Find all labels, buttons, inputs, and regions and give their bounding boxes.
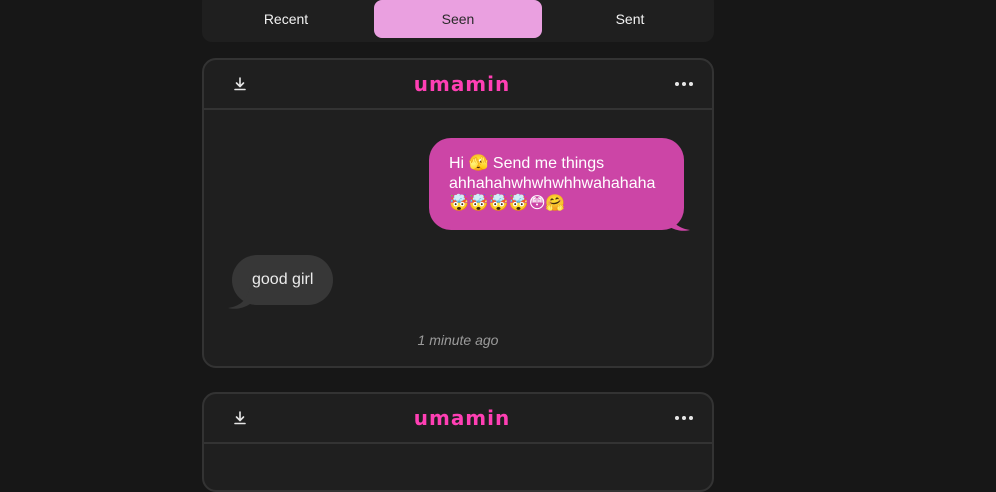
card-header: umamin [204, 394, 712, 444]
brand-logo: umamin [413, 406, 511, 430]
tab-bar: Recent Seen Sent [202, 0, 714, 42]
message-card: umamin [202, 392, 714, 492]
more-horizontal-icon[interactable] [672, 406, 696, 430]
tab-recent[interactable]: Recent [202, 0, 370, 38]
outgoing-message-bubble: Hi 🫣 Send me things ahhahahwhwhwhhwahaha… [429, 138, 684, 230]
brand-logo: umamin [413, 72, 511, 96]
more-horizontal-icon[interactable] [672, 72, 696, 96]
download-icon[interactable] [228, 72, 252, 96]
timestamp: 1 minute ago [417, 332, 499, 348]
download-icon[interactable] [228, 406, 252, 430]
card-header: umamin [204, 60, 712, 110]
tab-sent[interactable]: Sent [546, 0, 714, 38]
tab-seen[interactable]: Seen [374, 0, 542, 38]
incoming-bubble-tail [228, 286, 250, 309]
message-card: umamin Hi 🫣 Send me things ahhahahwhwhwh… [202, 58, 714, 368]
card-body: Hi 🫣 Send me things ahhahahwhwhwhhwahaha… [204, 110, 712, 366]
outgoing-bubble-tail [668, 208, 690, 231]
